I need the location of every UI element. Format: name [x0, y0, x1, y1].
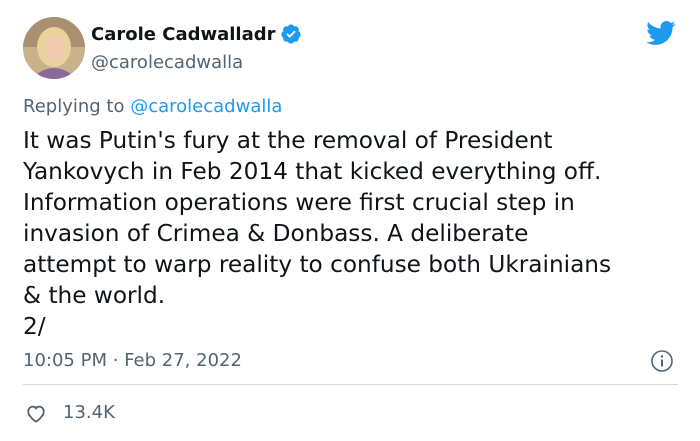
like-action[interactable]: 13.4K	[25, 402, 115, 423]
avatar-image	[23, 17, 85, 79]
reply-handle-link[interactable]: @carolecadwalla	[130, 96, 282, 117]
author-handle[interactable]: @carolecadwalla	[91, 52, 243, 73]
heart-icon[interactable]	[25, 403, 47, 423]
like-count: 13.4K	[63, 402, 115, 423]
tweet-timestamp[interactable]: 10:05 PM · Feb 27, 2022	[23, 350, 242, 371]
reply-context: Replying to @carolecadwalla	[23, 96, 282, 117]
meta-separator: ·	[112, 350, 119, 371]
author-name-row[interactable]: Carole Cadwalladr	[91, 23, 302, 45]
divider	[23, 384, 678, 385]
tweet-text: It was Putin's fury at the removal of Pr…	[23, 127, 612, 340]
twitter-bird-icon[interactable]	[645, 20, 676, 46]
tweet-time: 10:05 PM	[23, 350, 107, 371]
verified-badge-icon	[280, 24, 301, 44]
reply-prefix: Replying to	[23, 96, 125, 117]
tweet-date: Feb 27, 2022	[124, 350, 242, 371]
avatar[interactable]	[23, 17, 85, 79]
info-icon[interactable]	[650, 349, 674, 373]
author-display-name[interactable]: Carole Cadwalladr	[91, 24, 276, 45]
